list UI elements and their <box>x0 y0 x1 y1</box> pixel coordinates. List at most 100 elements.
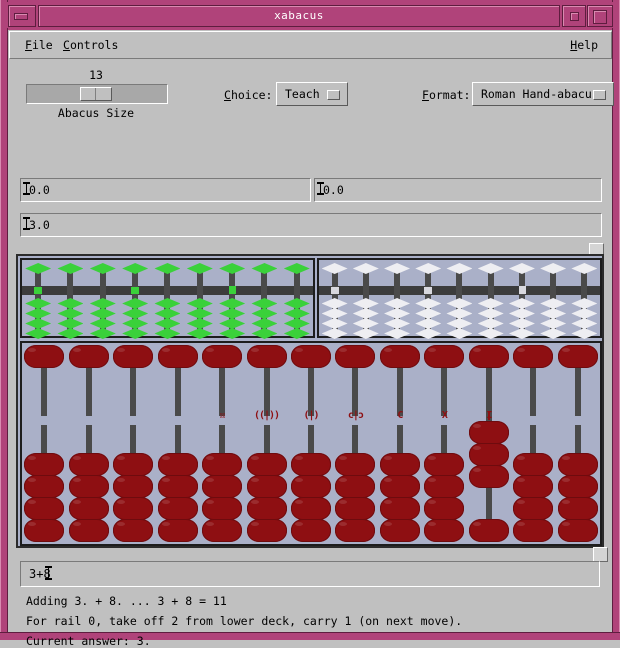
mini-rail[interactable] <box>54 260 86 339</box>
mini-bead[interactable] <box>251 328 278 339</box>
abacus-rail[interactable] <box>556 343 600 544</box>
abacus-rail[interactable]: X <box>422 343 466 544</box>
mini-rail[interactable] <box>475 260 506 339</box>
earth-bead[interactable] <box>557 519 598 542</box>
abacus-rail[interactable] <box>111 343 155 544</box>
earth-bead[interactable] <box>557 475 598 498</box>
mini-bead[interactable] <box>508 328 535 339</box>
mini-bead[interactable] <box>154 328 181 339</box>
mini-rail[interactable] <box>22 260 54 339</box>
earth-bead[interactable] <box>113 497 154 520</box>
mini-bead[interactable] <box>25 328 52 339</box>
earth-bead[interactable] <box>246 497 287 520</box>
earth-bead[interactable] <box>424 475 465 498</box>
mini-bead[interactable] <box>540 328 567 339</box>
earth-bead[interactable] <box>513 497 554 520</box>
earth-bead[interactable] <box>557 453 598 476</box>
mini-rail[interactable] <box>381 260 412 339</box>
earth-bead[interactable] <box>246 453 287 476</box>
earth-bead[interactable] <box>468 519 509 542</box>
heaven-bead[interactable] <box>113 345 154 368</box>
heaven-bead[interactable] <box>290 345 331 368</box>
earth-bead[interactable] <box>513 453 554 476</box>
earth-bead[interactable] <box>24 453 65 476</box>
mini-abacus-white[interactable] <box>317 258 602 339</box>
mini-abacus-green[interactable] <box>20 258 315 339</box>
mini-rail[interactable] <box>444 260 475 339</box>
earth-bead[interactable] <box>468 465 509 488</box>
mini-bead[interactable] <box>446 328 473 339</box>
mini-rail[interactable] <box>538 260 569 339</box>
earth-bead[interactable] <box>557 497 598 520</box>
earth-bead[interactable] <box>68 497 109 520</box>
heaven-bead[interactable] <box>157 345 198 368</box>
mini-rail[interactable] <box>248 260 280 339</box>
menu-item-controls[interactable]: Controls <box>58 37 123 53</box>
mini-bead[interactable] <box>57 263 84 274</box>
heaven-bead[interactable] <box>424 345 465 368</box>
earth-bead[interactable] <box>424 453 465 476</box>
mini-bead[interactable] <box>384 328 411 339</box>
earth-bead[interactable] <box>68 453 109 476</box>
heaven-bead[interactable] <box>246 345 287 368</box>
earth-bead[interactable] <box>157 497 198 520</box>
heaven-bead[interactable] <box>468 345 509 368</box>
restore-button[interactable] <box>562 5 586 27</box>
earth-bead[interactable] <box>424 497 465 520</box>
mini-bead[interactable] <box>477 263 504 274</box>
earth-bead[interactable] <box>513 475 554 498</box>
earth-bead[interactable] <box>246 519 287 542</box>
heaven-bead[interactable] <box>557 345 598 368</box>
heaven-bead[interactable] <box>513 345 554 368</box>
earth-bead[interactable] <box>157 519 198 542</box>
earth-bead[interactable] <box>379 453 420 476</box>
earth-bead[interactable] <box>68 519 109 542</box>
earth-bead[interactable] <box>290 453 331 476</box>
mini-bead[interactable] <box>89 328 116 339</box>
mini-bead[interactable] <box>219 263 246 274</box>
earth-bead[interactable] <box>24 475 65 498</box>
earth-bead[interactable] <box>513 519 554 542</box>
mini-bead[interactable] <box>154 263 181 274</box>
earth-bead[interactable] <box>202 453 243 476</box>
format-dropdown[interactable]: Roman Hand-abacus <box>472 82 614 106</box>
mini-rail[interactable] <box>569 260 600 339</box>
earth-bead[interactable] <box>246 475 287 498</box>
mini-rail[interactable] <box>119 260 151 339</box>
abacus-rail[interactable]: I <box>467 343 511 544</box>
abacus-rail[interactable] <box>155 343 199 544</box>
mini-bead[interactable] <box>415 328 442 339</box>
mini-bead[interactable] <box>352 263 379 274</box>
heaven-bead[interactable] <box>335 345 376 368</box>
earth-bead[interactable] <box>24 497 65 520</box>
earth-bead[interactable] <box>202 519 243 542</box>
title-bar[interactable]: xabacus <box>4 2 616 28</box>
abacus-rail[interactable]: C <box>378 343 422 544</box>
heaven-bead[interactable] <box>68 345 109 368</box>
abacus-rail[interactable] <box>66 343 110 544</box>
mini-bead[interactable] <box>89 263 116 274</box>
abacus-rail[interactable]: c|ɔ <box>333 343 377 544</box>
earth-bead[interactable] <box>113 453 154 476</box>
earth-bead[interactable] <box>468 443 509 466</box>
minimize-button[interactable] <box>8 5 36 27</box>
mini-bead[interactable] <box>508 263 535 274</box>
abacus-rail[interactable] <box>22 343 66 544</box>
mini-bead[interactable] <box>283 328 310 339</box>
mini-bead[interactable] <box>122 328 149 339</box>
mini-rail[interactable] <box>184 260 216 339</box>
slider-thumb[interactable] <box>80 87 112 101</box>
mini-bead[interactable] <box>540 263 567 274</box>
mini-bead[interactable] <box>446 263 473 274</box>
main-abacus[interactable]: ☒ ((|)) (|) c|ɔ C X I <box>20 341 602 546</box>
mini-rail[interactable] <box>319 260 350 339</box>
result-field[interactable]: 3.0 <box>20 213 602 237</box>
abacus-rail[interactable]: (|) <box>289 343 333 544</box>
earth-bead[interactable] <box>335 453 376 476</box>
earth-bead[interactable] <box>157 475 198 498</box>
mini-bead[interactable] <box>283 263 310 274</box>
mini-bead[interactable] <box>352 328 379 339</box>
earth-bead[interactable] <box>379 475 420 498</box>
maximize-button[interactable] <box>587 5 613 27</box>
earth-bead[interactable] <box>290 519 331 542</box>
